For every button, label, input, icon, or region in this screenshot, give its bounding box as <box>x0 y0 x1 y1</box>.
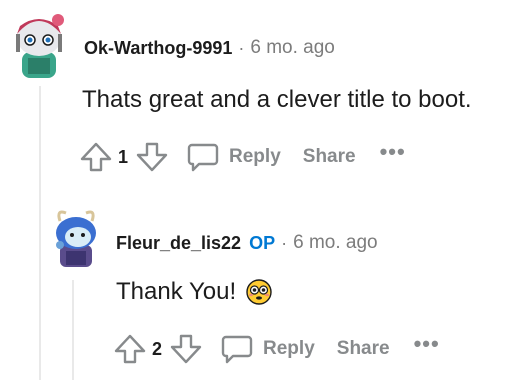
thread-line[interactable] <box>39 86 41 380</box>
op-badge: OP <box>249 232 276 253</box>
share-button[interactable]: Share <box>303 146 356 168</box>
comment-body: Thank You! <box>116 278 272 306</box>
downvote-icon[interactable] <box>136 141 168 173</box>
separator-dot: · <box>238 37 245 58</box>
reply-button[interactable]: Reply <box>186 141 281 173</box>
snoo-avatar-icon <box>16 14 64 78</box>
vote-count: 2 <box>152 338 163 359</box>
comment-bubble-icon <box>187 143 219 172</box>
comment-header: Fleur_de_lis22 OP · 6 mo. ago <box>116 232 378 254</box>
share-label: Share <box>336 338 390 359</box>
comment-bubble-icon <box>221 335 253 364</box>
comment-actions: 2 Reply Share ••• <box>114 331 440 365</box>
comment-header: Ok-Warthog-9991 · 6 mo. ago <box>84 37 335 59</box>
downvote-icon[interactable] <box>170 333 202 365</box>
author-name[interactable]: Ok-Warthog-9991 <box>84 38 232 59</box>
timestamp[interactable]: 6 mo. ago <box>250 37 335 59</box>
comment-text: Thank You! <box>116 278 237 305</box>
more-options-button[interactable]: ••• <box>380 139 406 165</box>
author-name[interactable]: Fleur_de_lis22 <box>116 233 241 254</box>
avatar[interactable] <box>50 205 102 267</box>
reply-label: Reply <box>263 338 315 359</box>
comment-actions: 1 Reply Share ••• <box>80 139 406 173</box>
thread-line[interactable] <box>72 280 74 380</box>
upvote-icon[interactable] <box>80 141 112 173</box>
upvote-icon[interactable] <box>114 333 146 365</box>
comment-body: Thats great and a clever title to boot. <box>82 86 472 114</box>
vote-count: 1 <box>118 146 129 167</box>
avatar[interactable] <box>8 8 70 78</box>
reply-label: Reply <box>229 146 281 167</box>
timestamp[interactable]: 6 mo. ago <box>293 232 378 254</box>
flushed-face-emoji-icon <box>246 279 272 305</box>
reply-button[interactable]: Reply <box>220 333 315 365</box>
snoo-avatar-icon <box>56 210 96 267</box>
separator-dot: · <box>281 232 288 253</box>
more-options-button[interactable]: ••• <box>414 331 440 357</box>
comment-text: Thats great and a clever title to boot. <box>82 86 472 113</box>
share-label: Share <box>302 146 356 167</box>
share-button[interactable]: Share <box>337 338 390 360</box>
